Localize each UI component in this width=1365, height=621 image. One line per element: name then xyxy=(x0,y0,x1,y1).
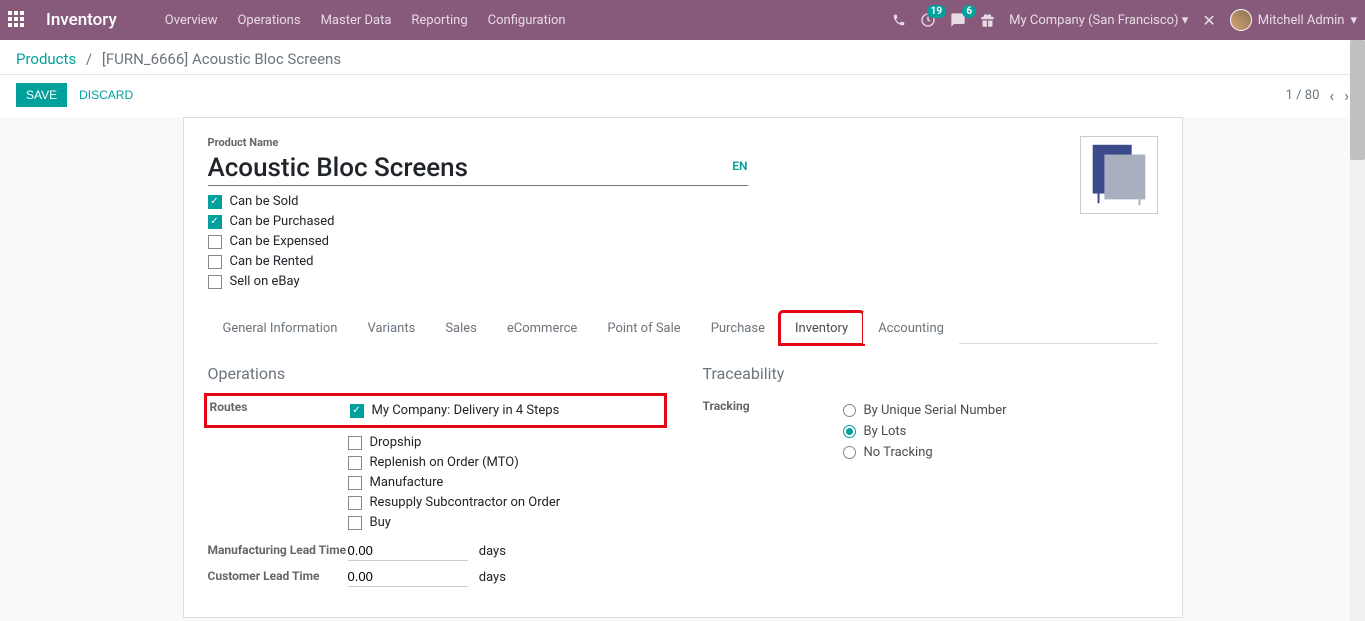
checkbox-icon[interactable] xyxy=(348,476,362,490)
days-unit: days xyxy=(479,544,506,559)
cust-lead-label: Customer Lead Time xyxy=(208,567,348,583)
checkbox-icon[interactable] xyxy=(348,496,362,510)
route-option[interactable]: Replenish on Order (MTO) xyxy=(348,455,663,470)
tracking-option[interactable]: By Unique Serial Number xyxy=(843,403,1158,418)
route-option[interactable]: Buy xyxy=(348,515,663,530)
product-option[interactable]: Sell on eBay xyxy=(208,274,1080,289)
days-unit: days xyxy=(479,570,506,585)
nav-configuration[interactable]: Configuration xyxy=(484,13,570,28)
nav-operations[interactable]: Operations xyxy=(233,13,304,28)
checkbox-icon[interactable] xyxy=(208,275,222,289)
lang-badge[interactable]: EN xyxy=(732,159,747,173)
activity-icon[interactable]: 19 xyxy=(920,12,936,28)
app-title[interactable]: Inventory xyxy=(46,10,117,30)
routes-label: Routes xyxy=(210,398,350,423)
tab-general-information[interactable]: General Information xyxy=(208,312,353,344)
checkbox-icon[interactable] xyxy=(348,516,362,530)
avatar xyxy=(1230,9,1252,31)
radio-icon[interactable] xyxy=(843,404,856,417)
checkbox-icon[interactable] xyxy=(208,215,222,229)
checkbox-icon[interactable] xyxy=(208,195,222,209)
user-menu[interactable]: Mitchell Admin ▾ xyxy=(1230,9,1357,31)
checkbox-icon[interactable] xyxy=(348,436,362,450)
scrollbar[interactable] xyxy=(1350,40,1365,621)
breadcrumb-parent[interactable]: Products xyxy=(16,50,76,68)
phone-icon[interactable] xyxy=(892,13,906,27)
route-option[interactable]: My Company: Delivery in 4 Steps xyxy=(350,403,661,418)
tab-variants[interactable]: Variants xyxy=(352,312,430,344)
tab-ecommerce[interactable]: eCommerce xyxy=(492,312,592,344)
product-option[interactable]: Can be Purchased xyxy=(208,214,1080,229)
route-option[interactable]: Manufacture xyxy=(348,475,663,490)
nav-master-data[interactable]: Master Data xyxy=(317,13,396,28)
scrollbar-thumb[interactable] xyxy=(1350,40,1365,160)
apps-icon[interactable] xyxy=(8,11,26,29)
radio-icon[interactable] xyxy=(843,425,856,438)
tab-inventory[interactable]: Inventory xyxy=(780,312,863,344)
save-button[interactable]: SAVE xyxy=(16,83,67,107)
discard-button[interactable]: DISCARD xyxy=(67,83,145,107)
form-sheet: Product Name Acoustic Bloc Screens EN Ca… xyxy=(183,117,1183,618)
messaging-icon[interactable]: 6 xyxy=(950,12,966,28)
product-image[interactable] xyxy=(1080,136,1158,214)
tracking-option[interactable]: By Lots xyxy=(843,424,1158,439)
operations-title: Operations xyxy=(208,364,663,383)
pager-text[interactable]: 1 / 80 xyxy=(1286,88,1320,103)
mfg-lead-input[interactable] xyxy=(348,541,468,561)
message-badge: 6 xyxy=(962,5,976,18)
product-option[interactable]: Can be Rented xyxy=(208,254,1080,269)
tab-accounting[interactable]: Accounting xyxy=(863,312,959,344)
checkbox-icon[interactable] xyxy=(208,235,222,249)
product-option[interactable]: Can be Expensed xyxy=(208,234,1080,249)
gift-icon[interactable] xyxy=(980,13,995,28)
pager-prev-icon[interactable]: ‹ xyxy=(1329,86,1334,105)
mfg-lead-label: Manufacturing Lead Time xyxy=(208,541,348,557)
checkbox-icon[interactable] xyxy=(350,404,364,418)
nav-reporting[interactable]: Reporting xyxy=(407,13,471,28)
checkbox-icon[interactable] xyxy=(208,255,222,269)
close-icon[interactable]: ✕ xyxy=(1202,11,1215,30)
traceability-title: Traceability xyxy=(703,364,1158,383)
activity-badge: 19 xyxy=(927,5,946,18)
tab-purchase[interactable]: Purchase xyxy=(696,312,780,344)
breadcrumb-bar: Products / [FURN_6666] Acoustic Bloc Scr… xyxy=(0,40,1365,75)
route-option[interactable]: Dropship xyxy=(348,435,663,450)
product-name-label: Product Name xyxy=(208,136,1080,149)
radio-icon[interactable] xyxy=(843,446,856,459)
tracking-option[interactable]: No Tracking xyxy=(843,445,1158,460)
checkbox-icon[interactable] xyxy=(348,456,362,470)
top-navbar: Inventory Overview Operations Master Dat… xyxy=(0,0,1365,40)
pager-next-icon[interactable]: › xyxy=(1344,86,1349,105)
cust-lead-input[interactable] xyxy=(348,567,468,587)
breadcrumb-current: [FURN_6666] Acoustic Bloc Screens xyxy=(102,50,341,68)
nav-overview[interactable]: Overview xyxy=(161,13,222,28)
route-option[interactable]: Resupply Subcontractor on Order xyxy=(348,495,663,510)
product-option[interactable]: Can be Sold xyxy=(208,194,1080,209)
tracking-label: Tracking xyxy=(703,397,843,413)
product-name-input[interactable]: Acoustic Bloc Screens xyxy=(208,153,613,183)
tab-point-of-sale[interactable]: Point of Sale xyxy=(592,312,695,344)
company-selector[interactable]: My Company (San Francisco) ▾ xyxy=(1009,13,1188,28)
tab-sales[interactable]: Sales xyxy=(430,312,492,344)
